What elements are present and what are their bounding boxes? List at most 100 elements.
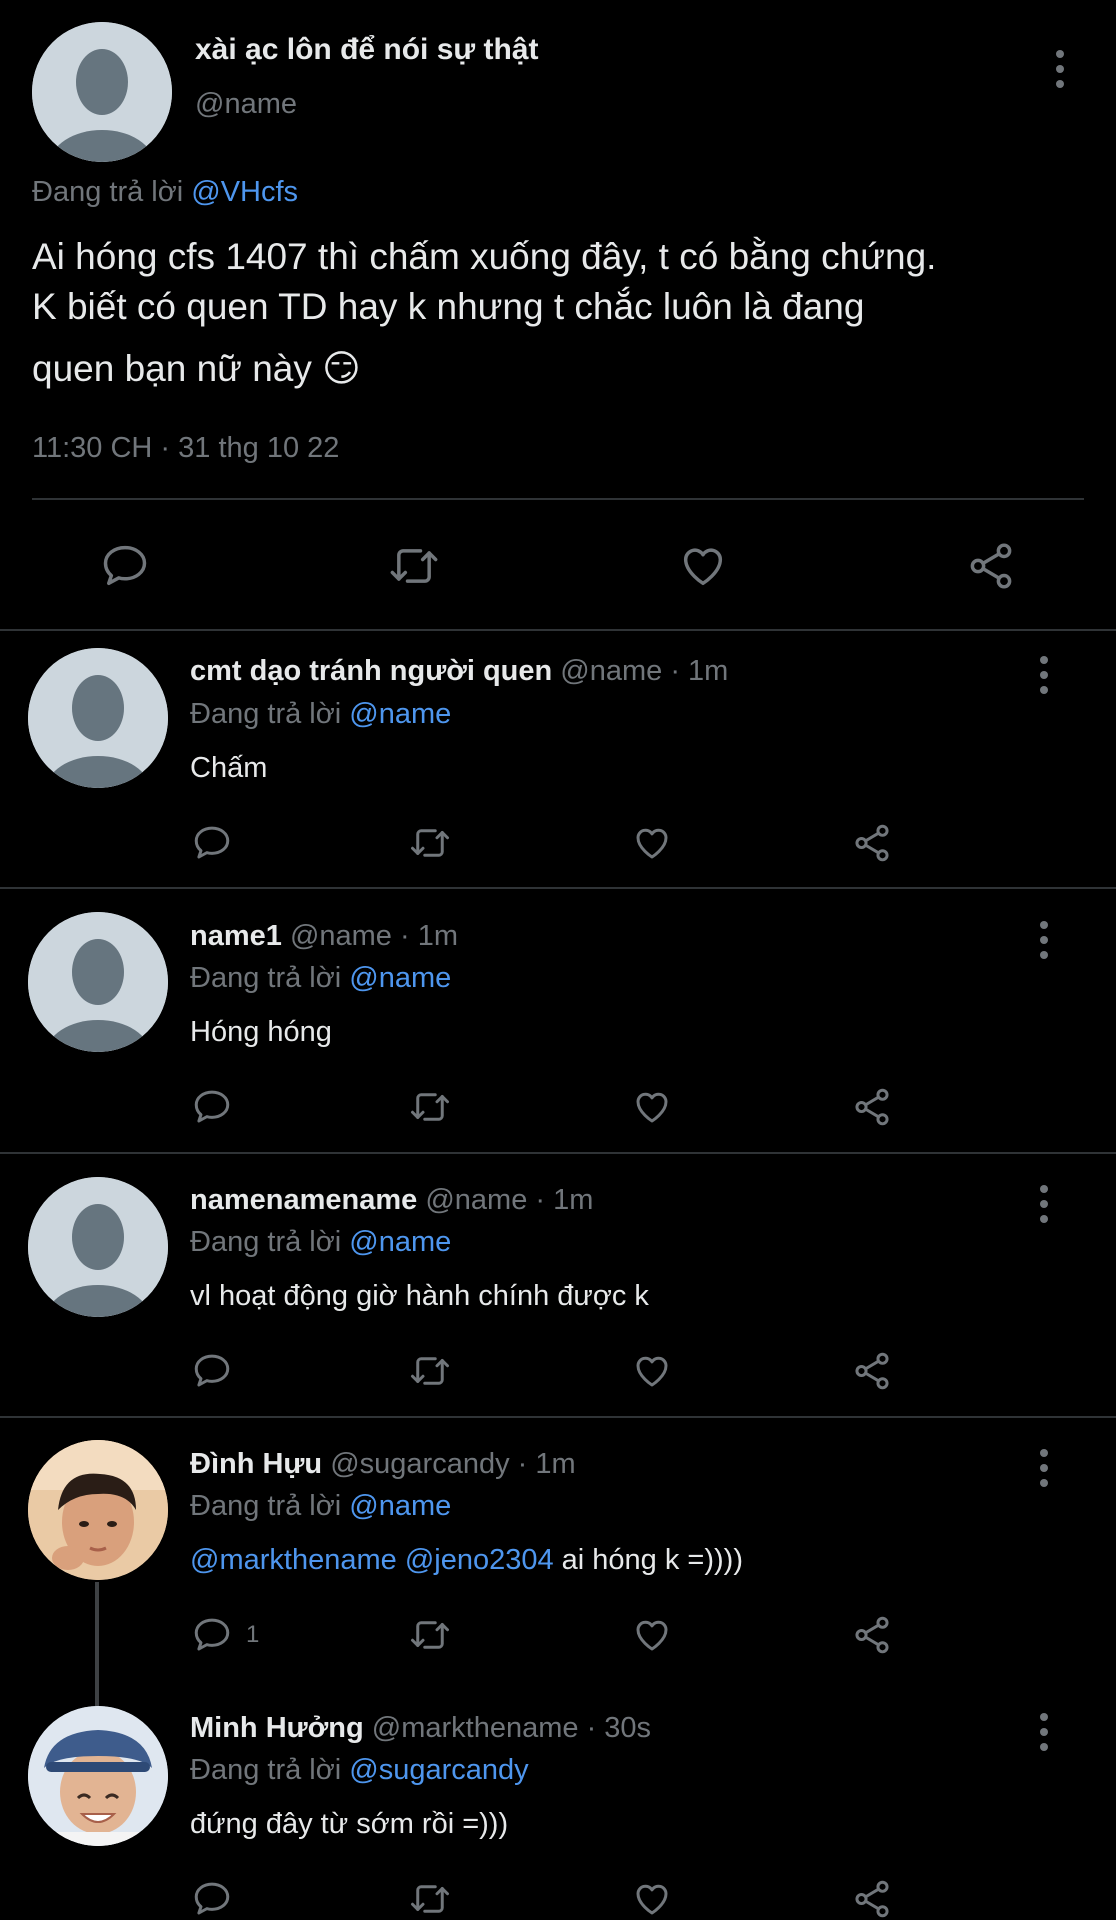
avatar[interactable] (28, 1706, 168, 1846)
more-options-icon[interactable] (1050, 50, 1070, 88)
replying-to-handle[interactable]: @name (349, 1226, 451, 1258)
reply-button[interactable] (190, 822, 234, 864)
replying-to-handle[interactable]: @sugarcandy (349, 1754, 528, 1786)
tweet-text-line-3: quen bạn nữ này (32, 348, 312, 389)
retweet-button[interactable] (406, 822, 454, 864)
time: · 30s (586, 1712, 652, 1744)
replying-label: Đang trả lời (190, 1754, 342, 1786)
divider (0, 1152, 1116, 1154)
time: · 1m (400, 920, 458, 952)
retweet-button[interactable] (406, 1086, 454, 1128)
retweet-icon (411, 1357, 449, 1385)
thread-line (95, 1582, 99, 1706)
like-button[interactable] (630, 1086, 674, 1128)
reply-icon (194, 1090, 230, 1123)
avatar[interactable] (28, 1440, 168, 1580)
like-icon (636, 1884, 668, 1915)
handle[interactable]: @name (290, 920, 392, 952)
more-options-icon[interactable] (1034, 1449, 1054, 1487)
reply-header: name1 @name · 1m (190, 920, 458, 953)
smirk-emoji: 😏 (322, 348, 361, 389)
reply-button[interactable]: 1 (190, 1614, 259, 1656)
avatar[interactable] (28, 912, 168, 1052)
tweet-text-line: quen bạn nữ này 😏 (32, 344, 936, 394)
retweet-button[interactable] (385, 540, 443, 592)
handle[interactable]: @name (560, 655, 662, 687)
reply-button[interactable] (190, 1086, 234, 1128)
more-options-icon[interactable] (1034, 656, 1054, 694)
share-icon (855, 1088, 889, 1126)
share-button[interactable] (850, 1350, 894, 1392)
retweet-button[interactable] (406, 1614, 454, 1656)
handle[interactable]: @name (425, 1184, 527, 1216)
handle[interactable]: @markthename (372, 1712, 579, 1744)
display-name[interactable]: name1 (190, 920, 282, 952)
reply-icon (194, 1354, 230, 1387)
retweet-button[interactable] (406, 1878, 454, 1920)
mention-link[interactable]: @jeno2304 (405, 1544, 554, 1576)
replying-to: Đang trả lời @name (190, 698, 451, 731)
reply-icon (194, 1882, 230, 1915)
reply-text: @markthename @jeno2304 ai hóng k =)))) (190, 1544, 743, 1577)
reply-header: Đình Hựu @sugarcandy · 1m (190, 1448, 576, 1481)
avatar[interactable] (28, 648, 168, 788)
display-name[interactable]: xài ạc lôn để nói sự thật (195, 33, 538, 67)
time: · 1m (670, 655, 729, 687)
share-button[interactable] (964, 540, 1018, 592)
replying-to-handle[interactable]: @VHcfs (191, 176, 298, 208)
share-button[interactable] (850, 822, 894, 864)
more-options-icon[interactable] (1034, 921, 1054, 959)
avatar[interactable] (32, 22, 172, 162)
share-icon (855, 1616, 889, 1654)
replying-label: Đang trả lời (190, 1490, 342, 1522)
display-name[interactable]: Đình Hựu (190, 1448, 322, 1480)
share-icon (855, 1880, 889, 1918)
display-name[interactable]: Minh Hưởng (190, 1712, 364, 1744)
display-name[interactable]: cmt dạo tránh người quen (190, 655, 552, 687)
time: · 1m (535, 1184, 594, 1216)
replying-label: Đang trả lời (190, 962, 342, 994)
like-button[interactable] (630, 822, 674, 864)
share-button[interactable] (850, 1878, 894, 1920)
reply-icon (194, 826, 230, 859)
like-icon (636, 828, 668, 859)
reply-text: đứng đây từ sớm rồi =))) (190, 1808, 509, 1840)
like-button[interactable] (630, 1614, 674, 1656)
reply-button[interactable] (98, 540, 152, 592)
reply-text: vl hoạt động giờ hành chính được k (190, 1280, 649, 1312)
more-options-icon[interactable] (1034, 1185, 1054, 1223)
reply-button[interactable] (190, 1350, 234, 1392)
retweet-icon (411, 1621, 449, 1649)
replying-label: Đang trả lời (190, 1226, 342, 1258)
reply-button[interactable] (190, 1878, 234, 1920)
more-options-icon[interactable] (1034, 1713, 1054, 1751)
retweet-button[interactable] (406, 1350, 454, 1392)
replying-label: Đang trả lời (190, 698, 342, 730)
mention-link[interactable]: @markthename (190, 1544, 397, 1576)
timestamp[interactable]: 11:30 CH · 31 thg 10 22 (32, 432, 339, 465)
share-icon (855, 1352, 889, 1390)
replying-to: Đang trả lời @sugarcandy (190, 1754, 529, 1787)
divider (0, 887, 1116, 889)
tweet-text: Ai hóng cfs 1407 thì chấm xuống đây, t c… (32, 232, 936, 394)
tweet-text-line: Ai hóng cfs 1407 thì chấm xuống đây, t c… (32, 236, 937, 277)
share-icon (970, 543, 1012, 589)
like-icon (636, 1620, 668, 1651)
reply-icon (103, 545, 147, 586)
like-button[interactable] (630, 1350, 674, 1392)
reply-header: Minh Hưởng @markthename · 30s (190, 1712, 651, 1745)
retweet-icon (411, 1885, 449, 1913)
display-name[interactable]: namenamename (190, 1184, 417, 1216)
share-button[interactable] (850, 1614, 894, 1656)
handle[interactable]: @name (195, 88, 297, 121)
avatar[interactable] (28, 1177, 168, 1317)
handle[interactable]: @sugarcandy (330, 1448, 509, 1480)
like-button[interactable] (630, 1878, 674, 1920)
reply-text: Chấm (190, 752, 268, 784)
like-button[interactable] (676, 540, 730, 592)
replying-to-handle[interactable]: @name (349, 698, 451, 730)
replying-to-handle[interactable]: @name (349, 962, 451, 994)
reply-header: namenamename @name · 1m (190, 1184, 593, 1217)
share-button[interactable] (850, 1086, 894, 1128)
replying-to-handle[interactable]: @name (349, 1490, 451, 1522)
